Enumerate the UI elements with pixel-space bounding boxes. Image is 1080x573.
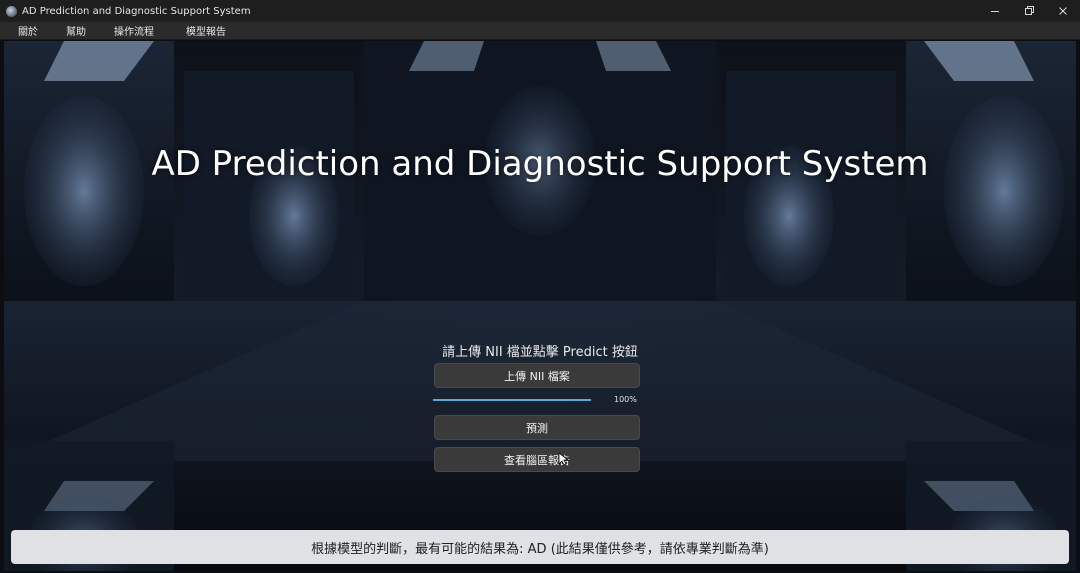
close-icon	[1059, 7, 1067, 15]
upload-progress-bar	[433, 399, 591, 401]
main-panel: AD Prediction and Diagnostic Support Sys…	[4, 41, 1076, 571]
window-title: AD Prediction and Diagnostic Support Sys…	[22, 5, 251, 17]
menu-item-model-report[interactable]: 模型報告	[186, 23, 226, 38]
upload-progress-fill	[433, 399, 591, 401]
window-controls	[978, 0, 1080, 22]
upload-progress-label: 100%	[614, 395, 637, 404]
maximize-icon	[1025, 6, 1034, 15]
minimize-icon	[991, 11, 999, 12]
mouse-cursor-icon	[559, 453, 569, 466]
brain-app-icon	[6, 5, 17, 17]
upload-nii-button[interactable]: 上傳 NII 檔案	[434, 363, 640, 388]
app-title: AD Prediction and Diagnostic Support Sys…	[151, 144, 929, 184]
menu-bar: 關於 幫助 操作流程 模型報告	[0, 22, 1080, 40]
predict-button[interactable]: 預測	[434, 415, 640, 440]
brain-corridor-background	[4, 41, 1076, 571]
view-brain-report-button[interactable]: 查看腦區報告	[434, 447, 640, 472]
close-button[interactable]	[1046, 0, 1080, 22]
title-bar: AD Prediction and Diagnostic Support Sys…	[0, 0, 1080, 22]
menu-item-about[interactable]: 關於	[18, 23, 38, 38]
maximize-button[interactable]	[1012, 0, 1046, 22]
result-text: 根據模型的判斷，最有可能的結果為: AD (此結果僅供參考，請依專業判斷為準)	[311, 541, 769, 557]
result-bar: 根據模型的判斷，最有可能的結果為: AD (此結果僅供參考，請依專業判斷為準)	[11, 530, 1069, 564]
upload-instruction: 請上傳 NII 檔並點擊 Predict 按鈕	[442, 345, 638, 360]
menu-item-help[interactable]: 幫助	[66, 23, 86, 38]
minimize-button[interactable]	[978, 0, 1012, 22]
menu-item-workflow[interactable]: 操作流程	[114, 23, 154, 38]
